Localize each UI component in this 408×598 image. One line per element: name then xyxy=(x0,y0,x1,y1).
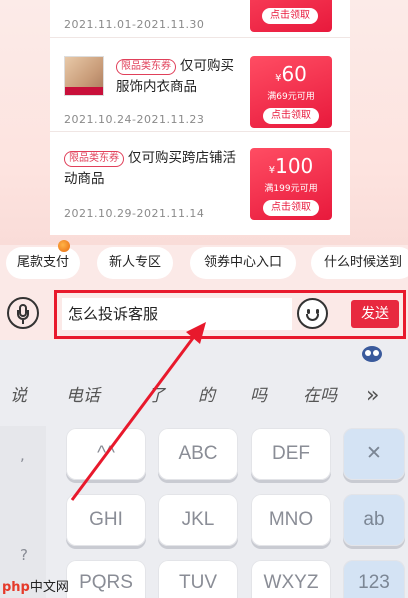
candidate-word[interactable]: 的 xyxy=(198,382,215,410)
keyboard-toolbar xyxy=(0,340,408,368)
quick-chip-newcomer[interactable]: 新人专区 xyxy=(97,247,173,279)
coupon-ticket: ¥100 满199元可用 点击领取 xyxy=(250,148,332,220)
key-punct[interactable]: ^^ xyxy=(66,428,146,480)
quick-chip-coupon-center[interactable]: 领券中心入口 xyxy=(190,247,296,279)
coupon-date: 2021.11.01-2021.11.30 xyxy=(64,18,205,31)
coupon-title: 限品类东券 仅可购买跨店铺活动商品 xyxy=(64,150,236,187)
key-tuv[interactable]: TUV xyxy=(158,560,238,598)
coupon-item[interactable]: 2021.11.01-2021.11.30 点击领取 xyxy=(50,0,350,38)
claim-button[interactable]: 点击领取 xyxy=(262,8,318,24)
key-jkl[interactable]: JKL xyxy=(158,494,238,546)
category-tag: 限品类东券 xyxy=(64,151,124,167)
candidate-word[interactable]: 说 xyxy=(10,382,27,410)
annotation-highlight-box xyxy=(54,290,406,339)
candidate-bar: 说 电话 了 的 吗 在吗 » xyxy=(0,378,408,414)
more-candidates-icon[interactable]: » xyxy=(366,382,379,410)
coupon-date: 2021.10.29-2021.11.14 xyxy=(64,207,205,220)
key-numeric-toggle[interactable]: 123 xyxy=(343,560,405,598)
claim-button[interactable]: 点击领取 xyxy=(263,200,319,216)
coupon-date: 2021.10.24-2021.11.23 xyxy=(64,113,205,126)
coupon-item[interactable]: 限品类东券 仅可购买服饰内衣商品 2021.10.24-2021.11.23 ¥6… xyxy=(50,40,350,132)
coupon-area: 2021.11.01-2021.11.30 点击领取 限品类东券 仅可购买服饰内衣… xyxy=(0,0,408,245)
site-watermark: php中文网 xyxy=(2,580,69,595)
coupon-condition: 满199元可用 xyxy=(264,184,318,194)
coupon-title: 限品类东券 仅可购买服饰内衣商品 xyxy=(116,58,234,95)
candidate-word[interactable]: 电话 xyxy=(66,382,100,410)
key-wxyz[interactable]: WXYZ xyxy=(251,560,331,598)
key-ghi[interactable]: GHI xyxy=(66,494,146,546)
quick-chip-tail-payment[interactable]: 尾款支付 xyxy=(6,240,80,279)
candidate-word[interactable]: 了 xyxy=(148,382,165,410)
coupon-amount: ¥100 xyxy=(268,154,314,178)
key-def[interactable]: DEF xyxy=(251,428,331,480)
coupon-condition: 满69元可用 xyxy=(267,92,315,102)
quick-chip-delivery-time[interactable]: 什么时候送到 xyxy=(311,247,408,279)
product-thumbnail xyxy=(64,56,104,96)
quick-reply-bar: 尾款支付 新人专区 领券中心入口 什么时候送到 xyxy=(0,240,408,285)
coupon-list: 2021.11.01-2021.11.30 点击领取 限品类东券 仅可购买服饰内衣… xyxy=(50,0,350,235)
coupon-ticket: ¥60 满69元可用 点击领取 xyxy=(250,56,332,128)
claim-button[interactable]: 点击领取 xyxy=(263,108,319,124)
category-tag: 限品类东券 xyxy=(116,59,176,75)
hot-badge-icon xyxy=(58,240,70,252)
key-ab-toggle[interactable]: ab xyxy=(343,494,405,546)
coupon-amount: ¥60 xyxy=(275,62,307,86)
candidate-word[interactable]: 吗 xyxy=(250,382,267,410)
key-abc[interactable]: ABC xyxy=(158,428,238,480)
ime-keyboard: 说 电话 了 的 吗 在吗 » , ? ^^ ABC DEF ✕ GHI JKL… xyxy=(0,340,408,598)
question-key[interactable]: ? xyxy=(20,546,28,564)
key-pqrs[interactable]: PQRS xyxy=(66,560,146,598)
punctuation-column[interactable]: , ? xyxy=(0,426,46,598)
coupon-ticket: 点击领取 xyxy=(250,0,332,32)
comma-key[interactable]: , xyxy=(20,446,25,464)
keyboard-logo-icon[interactable] xyxy=(362,346,382,362)
key-mno[interactable]: MNO xyxy=(251,494,331,546)
coupon-item[interactable]: 限品类东券 仅可购买跨店铺活动商品 2021.10.29-2021.11.14 ¥… xyxy=(50,134,350,226)
voice-input-button[interactable] xyxy=(7,297,39,329)
backspace-icon[interactable]: ✕ xyxy=(343,428,405,480)
candidate-word[interactable]: 在吗 xyxy=(303,382,337,410)
